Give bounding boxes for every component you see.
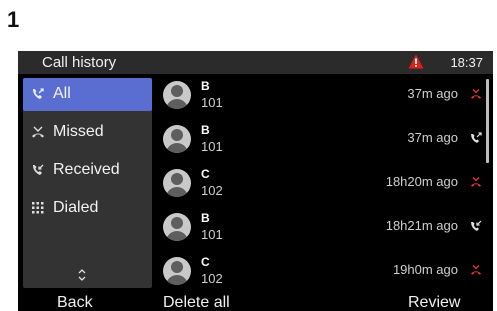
contact-number: 101 <box>201 139 223 154</box>
sidebar-item-all[interactable]: All <box>23 78 152 111</box>
call-list: B 101 37m ago B 101 37m ago C 102 18h20m… <box>158 76 488 311</box>
phone-screen: Call history 18:37 All Missed Received D… <box>18 51 493 311</box>
all-calls-icon <box>33 88 44 99</box>
clock: 18:37 <box>450 55 483 70</box>
call-time: 19h0m ago <box>392 262 458 277</box>
contact-name: B <box>201 123 210 137</box>
missed-call-icon <box>471 89 481 99</box>
list-scrollbar[interactable] <box>486 79 489 163</box>
avatar <box>163 81 191 109</box>
call-time: 18h21m ago <box>385 218 458 233</box>
dialpad-icon <box>32 202 44 214</box>
warning-icon <box>408 54 424 69</box>
contact-number: 102 <box>201 271 223 286</box>
filter-sidebar: All Missed Received Dialed <box>23 78 152 288</box>
call-row[interactable]: B 101 18h21m ago <box>158 208 488 246</box>
call-time: 18h20m ago <box>385 174 458 189</box>
contact-name: C <box>201 255 210 269</box>
missed-call-icon <box>471 177 481 187</box>
contact-number: 101 <box>201 227 223 242</box>
sidebar-item-label: Received <box>53 161 120 178</box>
page-title: Call history <box>42 54 117 71</box>
avatar <box>163 125 191 153</box>
contact-name: B <box>201 211 210 225</box>
sidebar-item-received[interactable]: Received <box>23 154 152 187</box>
missed-call-icon <box>32 126 44 138</box>
step-number: 1 <box>7 7 20 32</box>
received-call-icon <box>471 220 482 231</box>
call-time: 37m ago <box>407 130 458 145</box>
avatar <box>163 257 191 285</box>
call-row[interactable]: C 102 19h0m ago <box>158 252 488 290</box>
sidebar-item-missed[interactable]: Missed <box>23 116 152 149</box>
received-call-icon <box>33 164 44 175</box>
call-row[interactable]: C 102 18h20m ago <box>158 164 488 202</box>
contact-name: C <box>201 167 210 181</box>
sidebar-item-label: Missed <box>53 123 104 140</box>
dialed-call-icon <box>471 132 482 143</box>
delete-all-button[interactable]: Delete all <box>163 294 230 311</box>
avatar <box>163 213 191 241</box>
contact-name: B <box>201 79 210 93</box>
sidebar-item-dialed[interactable]: Dialed <box>23 192 152 225</box>
call-row[interactable]: B 101 37m ago <box>158 120 488 158</box>
sidebar-item-label: All <box>53 85 71 102</box>
softkey-bar: Back Delete all Review <box>18 294 493 311</box>
review-button[interactable]: Review <box>408 294 460 311</box>
sidebar-item-label: Dialed <box>53 199 99 216</box>
avatar <box>163 169 191 197</box>
back-button[interactable]: Back <box>57 294 93 311</box>
chevron-up-down-icon[interactable] <box>76 268 88 282</box>
call-time: 37m ago <box>407 86 458 101</box>
call-row[interactable]: B 101 37m ago <box>158 76 488 114</box>
contact-number: 101 <box>201 95 223 110</box>
missed-call-icon <box>471 265 481 275</box>
title-bar: Call history 18:37 <box>18 51 493 74</box>
contact-number: 102 <box>201 183 223 198</box>
